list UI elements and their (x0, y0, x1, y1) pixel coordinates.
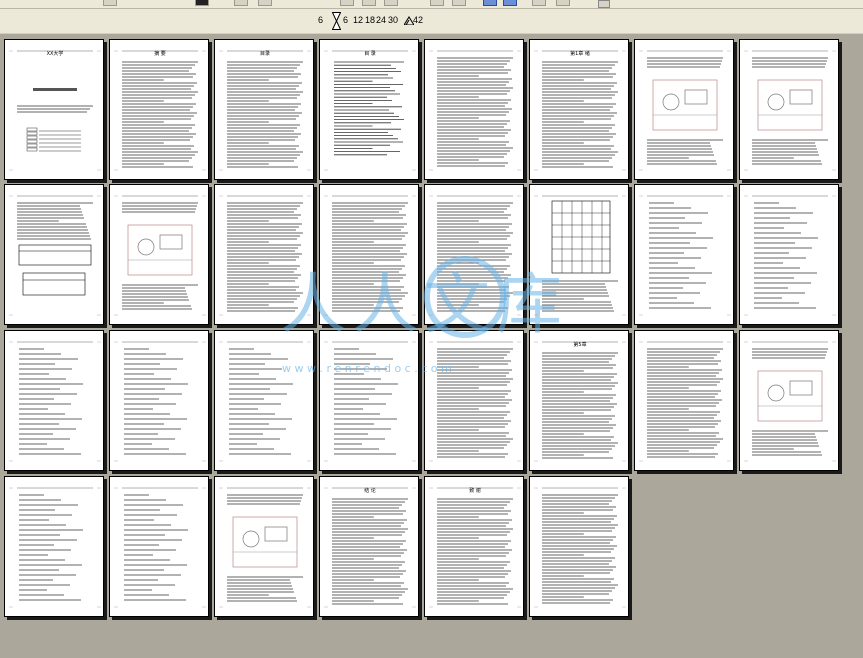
page-preview (114, 341, 206, 462)
page-thumbnail[interactable] (739, 330, 839, 471)
page-heading: 目 录 (364, 50, 376, 57)
page-preview (9, 195, 101, 316)
page-thumbnail[interactable] (529, 184, 629, 325)
page-thumbnail[interactable] (634, 330, 734, 471)
toolbar-button[interactable] (362, 0, 376, 6)
page-preview (744, 341, 836, 462)
page-preview: 第1章 绪 (534, 50, 626, 171)
page-thumbnail[interactable] (634, 39, 734, 180)
page-thumbnail[interactable]: XX大学 (4, 39, 104, 180)
toolbar-button[interactable] (556, 0, 570, 6)
page-preview (114, 195, 206, 316)
zoom-step-6[interactable]: 6 (343, 15, 348, 25)
page-preview: 摘 要 (114, 50, 206, 171)
page-preview (324, 195, 416, 316)
page-thumbnail[interactable] (214, 330, 314, 471)
toolbar-button[interactable] (532, 0, 546, 6)
page-thumbnail[interactable]: 结 论 (319, 476, 419, 617)
page-preview: 结 论 (324, 487, 416, 608)
page-preview (744, 195, 836, 316)
page-thumbnail[interactable]: 目录 (214, 39, 314, 180)
page-preview: 目 录 (324, 50, 416, 171)
color-swatch-button[interactable] (195, 0, 209, 6)
page-thumbnail[interactable] (4, 476, 104, 617)
page-thumbnail[interactable] (214, 184, 314, 325)
page-thumbnail[interactable] (739, 39, 839, 180)
page-preview (9, 341, 101, 462)
page-preview: 第5章 (534, 341, 626, 462)
toolbar-button[interactable] (430, 0, 444, 6)
page-thumbnail[interactable] (214, 476, 314, 617)
page-thumbnail[interactable] (109, 476, 209, 617)
page-thumbnail[interactable] (739, 184, 839, 325)
page-thumbnail[interactable]: 目 录 (319, 39, 419, 180)
toolbar-button[interactable] (452, 0, 466, 6)
zoom-slider-thumb[interactable] (332, 12, 341, 30)
page-preview (429, 50, 521, 171)
page-thumbnail[interactable] (424, 330, 524, 471)
zoom-step-12[interactable]: 12 (353, 15, 363, 25)
page-heading: 第5章 (573, 341, 586, 348)
page-thumbnail[interactable] (634, 184, 734, 325)
toolbar (0, 0, 863, 9)
zoom-min-label: 6 (318, 15, 324, 25)
thumbnail-view-button[interactable] (503, 0, 517, 6)
zoom-step-18[interactable]: 18 (365, 15, 375, 25)
toolbar-button[interactable] (384, 0, 398, 6)
toolbar-button[interactable] (340, 0, 354, 6)
page-heading: 结 论 (364, 487, 376, 494)
page-preview (324, 341, 416, 462)
page-thumbnail[interactable] (109, 184, 209, 325)
page-thumbnail[interactable] (424, 184, 524, 325)
page-thumbnail[interactable] (109, 330, 209, 471)
page-heading: 摘 要 (154, 50, 166, 57)
zoom-step-30[interactable]: 30 (388, 15, 398, 25)
toolbar-button[interactable] (103, 0, 117, 6)
page-preview (114, 487, 206, 608)
page-preview (639, 50, 731, 171)
page-preview: 致 谢 (429, 487, 521, 608)
page-preview (534, 195, 626, 316)
page-preview (219, 341, 311, 462)
page-heading: 致 谢 (469, 487, 481, 494)
page-preview (429, 195, 521, 316)
zoom-max-label[interactable]: 42 (413, 15, 423, 25)
page-thumbnail[interactable] (4, 184, 104, 325)
page-thumbnail[interactable] (529, 476, 629, 617)
page-thumbnail[interactable]: 第5章 (529, 330, 629, 471)
page-preview (639, 341, 731, 462)
zoom-bar: 6 6 12 18 24 30 42 (0, 9, 863, 34)
page-preview (639, 195, 731, 316)
page-thumbnail[interactable] (319, 184, 419, 325)
page-heading: 第1章 绪 (570, 50, 590, 57)
page-preview (9, 487, 101, 608)
page-thumbnail[interactable] (4, 330, 104, 471)
toolbar-button[interactable] (234, 0, 248, 6)
toolbar-dropdown-arrow-icon[interactable] (598, 0, 610, 8)
view-mode-button[interactable] (483, 0, 497, 6)
page-heading: 目录 (260, 50, 270, 57)
page-thumbnail[interactable] (319, 330, 419, 471)
page-preview (429, 341, 521, 462)
page-thumbnail[interactable]: 摘 要 (109, 39, 209, 180)
page-thumbnail[interactable]: 第1章 绪 (529, 39, 629, 180)
page-preview (534, 487, 626, 608)
page-preview: 目录 (219, 50, 311, 171)
page-preview: XX大学 (9, 50, 101, 171)
toolbar-button[interactable] (258, 0, 272, 6)
page-thumbnail[interactable]: 致 谢 (424, 476, 524, 617)
page-thumbnail[interactable] (424, 39, 524, 180)
zoom-step-24[interactable]: 24 (376, 15, 386, 25)
page-preview (744, 50, 836, 171)
page-preview (219, 487, 311, 608)
page-preview (219, 195, 311, 316)
page-heading: XX大学 (47, 50, 64, 57)
